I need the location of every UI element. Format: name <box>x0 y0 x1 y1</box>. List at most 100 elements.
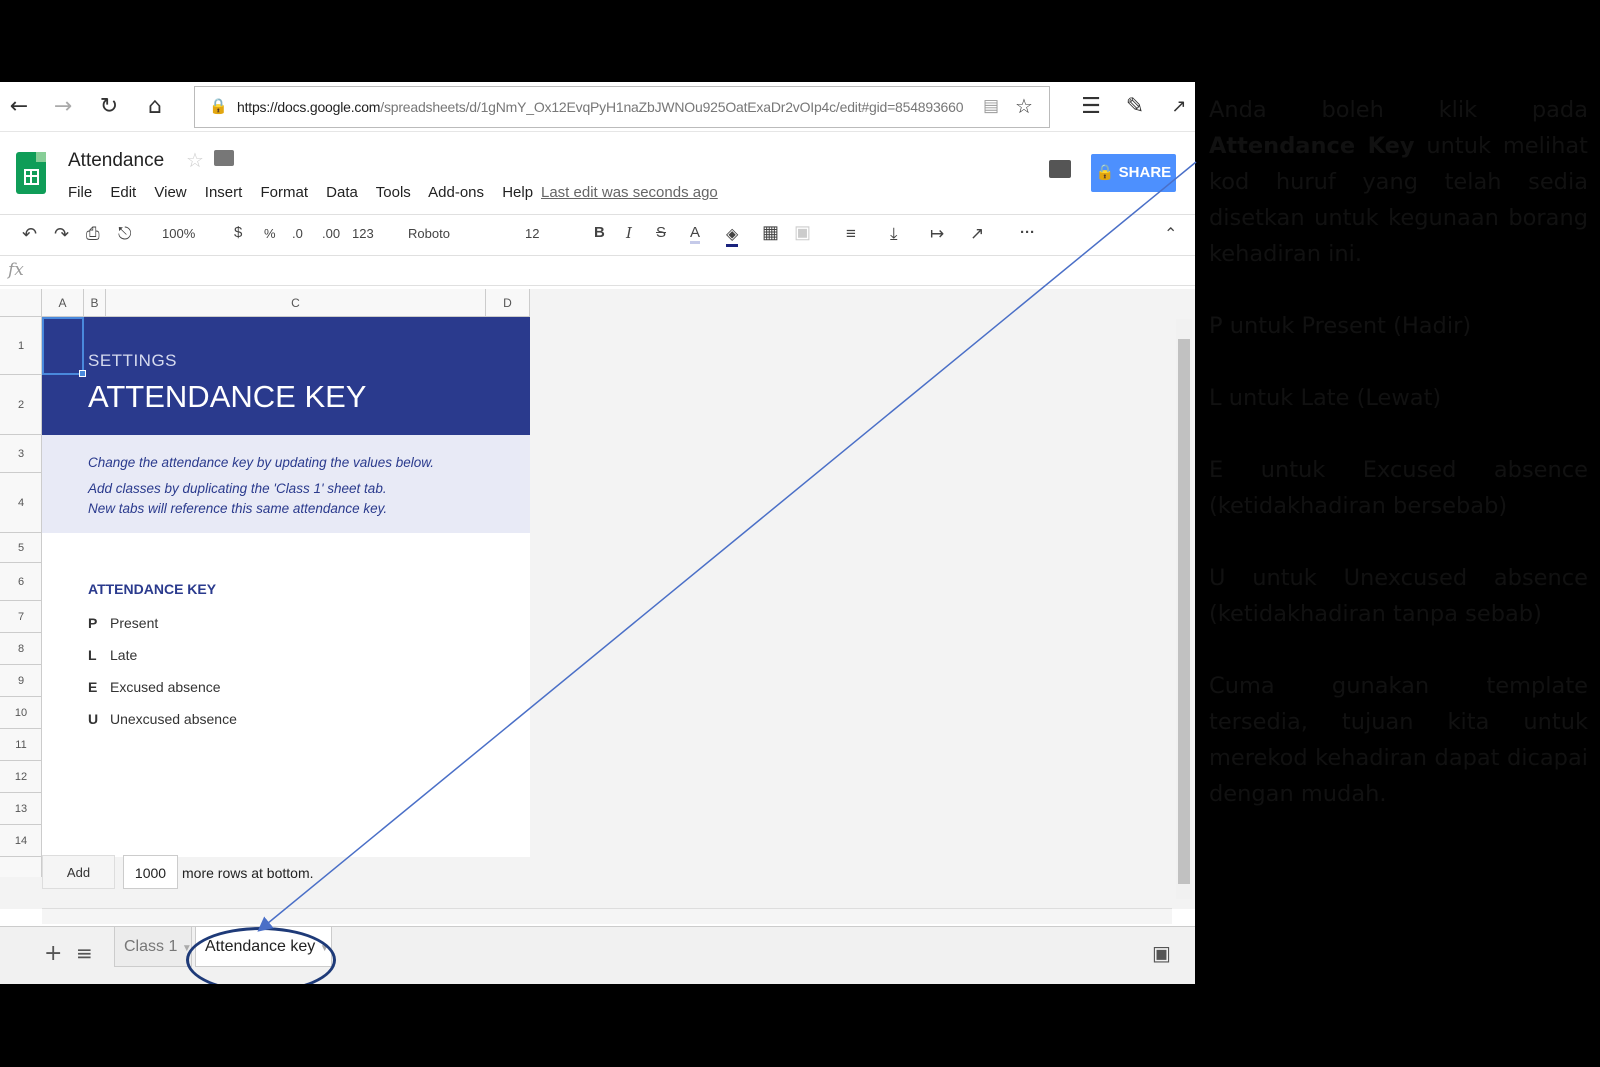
row-header[interactable]: 10 <box>0 697 42 729</box>
row-header[interactable]: 7 <box>0 601 42 633</box>
add-rows-button[interactable]: Add <box>42 855 115 889</box>
text-color-button[interactable]: A <box>690 224 701 244</box>
row-header[interactable]: 4 <box>0 473 42 533</box>
annotation-text: Anda boleh klik pada <box>1209 97 1588 123</box>
annotation-paragraph: L untuk Late (Lewat) <box>1209 385 1442 411</box>
menu-data[interactable]: Data <box>326 184 358 201</box>
italic-button[interactable]: I <box>626 224 632 242</box>
row-header[interactable]: 11 <box>0 729 42 761</box>
fx-icon: fx <box>8 260 24 280</box>
formula-bar[interactable]: fx <box>0 256 1195 286</box>
font-size-select[interactable]: 12 <box>525 226 539 241</box>
more-options-button[interactable]: ··· <box>1020 224 1035 241</box>
browser-toolbar: ← → ↻ ⌂ 🔒 https://docs.google.com/spread… <box>0 82 1195 132</box>
row-header[interactable]: 5 <box>0 533 42 563</box>
column-header[interactable]: D <box>486 289 530 317</box>
row-header[interactable]: 12 <box>0 761 42 793</box>
row-header[interactable]: 9 <box>0 665 42 697</box>
menu-edit[interactable]: Edit <box>110 184 136 201</box>
fill-color-icon[interactable]: ◈ <box>726 224 739 247</box>
star-icon[interactable]: ☆ <box>186 148 204 173</box>
menu-help[interactable]: Help <box>502 184 533 201</box>
annotation-paragraph: U untuk Unexcused absence (ketidakhadira… <box>1209 565 1588 627</box>
row-header[interactable]: 3 <box>0 435 42 473</box>
key-row[interactable]: L Late <box>88 647 137 663</box>
row-header[interactable]: 1 <box>0 317 42 375</box>
menu-file[interactable]: File <box>68 184 92 201</box>
redo-icon[interactable]: ↷ <box>54 224 69 245</box>
text-wrapping-icon[interactable]: ↦ <box>930 224 944 244</box>
key-code: E <box>88 679 98 695</box>
font-select[interactable]: Roboto <box>408 226 450 241</box>
vertical-scroll-thumb[interactable] <box>1178 339 1190 884</box>
key-row[interactable]: P Present <box>88 615 158 631</box>
currency-button[interactable]: $ <box>234 224 242 241</box>
home-icon[interactable]: ⌂ <box>140 92 170 122</box>
all-sheets-icon[interactable]: ≡ <box>76 941 93 965</box>
row-header[interactable]: 14 <box>0 825 42 857</box>
document-title[interactable]: Attendance <box>68 150 164 172</box>
row-header[interactable]: 13 <box>0 793 42 825</box>
increase-decimal-button[interactable]: .00 <box>322 226 340 241</box>
favorite-star-icon[interactable]: ☆ <box>1015 94 1033 119</box>
borders-icon[interactable]: ▦ <box>762 222 779 243</box>
horizontal-scrollbar[interactable] <box>42 908 1172 924</box>
forward-icon[interactable]: → <box>48 92 78 122</box>
paint-format-icon[interactable]: ⎋ <box>118 224 131 244</box>
row-header[interactable]: 6 <box>0 563 42 601</box>
annotation-paragraph: Cuma gunakan template tersedia, tujuan k… <box>1209 673 1588 807</box>
vertical-align-icon[interactable]: ⤓ <box>890 224 898 244</box>
fill-handle[interactable] <box>79 370 86 377</box>
undo-icon[interactable]: ↶ <box>22 224 37 245</box>
more-formats-button[interactable]: 123 <box>352 226 374 241</box>
percent-button[interactable]: % <box>264 226 276 241</box>
selected-cell[interactable] <box>42 317 84 375</box>
key-code: U <box>88 711 99 727</box>
rows-count-input[interactable]: 1000 <box>123 855 178 889</box>
bold-button[interactable]: B <box>594 224 605 241</box>
column-header[interactable]: C <box>106 289 486 317</box>
key-label: Present <box>110 615 159 631</box>
back-icon[interactable]: ← <box>4 92 34 122</box>
row-header[interactable]: 8 <box>0 633 42 665</box>
strikethrough-button[interactable]: S <box>656 224 666 241</box>
row-header[interactable]: 2 <box>0 375 42 435</box>
decrease-decimal-button[interactable]: .0 <box>292 226 303 241</box>
menu-addons[interactable]: Add-ons <box>428 184 484 201</box>
reading-view-icon[interactable]: ▤ <box>983 96 999 116</box>
key-row[interactable]: U Unexcused absence <box>88 711 237 727</box>
zoom-select[interactable]: 100% <box>162 226 195 241</box>
sheets-logo-icon[interactable] <box>16 152 46 194</box>
folder-icon[interactable] <box>214 150 234 166</box>
instruction-line: Add classes by duplicating the 'Class 1'… <box>88 481 387 496</box>
key-row[interactable]: E Excused absence <box>88 679 221 695</box>
horizontal-align-icon[interactable]: ≡ <box>846 224 856 244</box>
sheet-cells[interactable]: SETTINGS ATTENDANCE KEY Change the atten… <box>42 317 530 857</box>
tab-class-1[interactable]: Class 1 ▼ <box>114 927 192 967</box>
key-label: Late <box>110 647 138 663</box>
collapse-toolbar-icon[interactable]: ⌃ <box>1164 224 1177 244</box>
last-edit-link[interactable]: Last edit was seconds ago <box>541 184 718 201</box>
share-button[interactable]: 🔒 SHARE <box>1091 154 1176 192</box>
menu-format[interactable]: Format <box>260 184 308 201</box>
url-text: https://docs.google.com/spreadsheets/d/1… <box>237 99 964 115</box>
column-header[interactable]: B <box>84 289 106 317</box>
column-header[interactable]: A <box>42 289 84 317</box>
explore-icon[interactable]: ▣ <box>1152 941 1171 965</box>
add-sheet-icon[interactable]: + <box>44 941 62 966</box>
annotation-paragraph: P untuk Present (Hadir) <box>1209 313 1472 339</box>
menu-tools[interactable]: Tools <box>376 184 411 201</box>
merge-cells-icon[interactable]: ▣ <box>794 222 811 243</box>
print-icon[interactable]: ⎙ <box>86 224 100 244</box>
menu-insert[interactable]: Insert <box>205 184 243 201</box>
comments-icon[interactable] <box>1049 160 1071 178</box>
pen-icon[interactable]: ✎ <box>1120 92 1150 122</box>
formatting-toolbar: ↶ ↷ ⎙ ⎋ 100% $ % .0 .00 123 Roboto 12 B … <box>0 214 1195 256</box>
share-page-icon[interactable]: ↗ <box>1164 92 1194 122</box>
text-rotation-icon[interactable]: ↗ <box>970 224 984 244</box>
select-all-corner[interactable] <box>0 289 42 317</box>
favorites-hub-icon[interactable]: ☰ <box>1076 92 1106 122</box>
address-bar[interactable]: 🔒 https://docs.google.com/spreadsheets/d… <box>194 86 1050 128</box>
refresh-icon[interactable]: ↻ <box>94 92 124 122</box>
menu-view[interactable]: View <box>154 184 186 201</box>
